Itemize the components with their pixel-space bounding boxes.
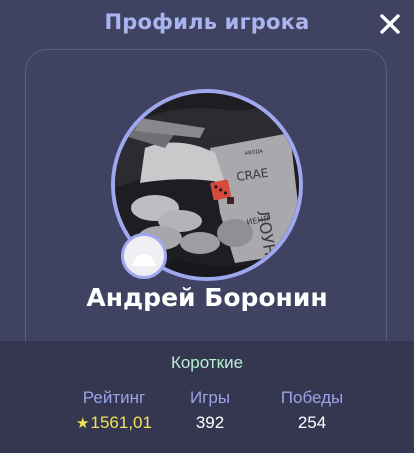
games-label: Игры [189, 388, 231, 407]
stat-wins: Победы 254 [262, 388, 362, 435]
user-silhouette-icon [124, 236, 164, 276]
wins-value: 254 [297, 413, 327, 432]
player-profile-modal: Профиль игрока ВОСТОР АВОДА CRAE ЛОУН ИЕ… [0, 0, 414, 453]
stat-rating: Рейтинг ★1561,01 [54, 388, 174, 436]
close-icon [380, 14, 400, 34]
close-button[interactable] [375, 9, 405, 39]
rating-value-row: ★1561,01 [54, 411, 174, 436]
stats-panel: Короткие Рейтинг ★1561,01 Игры 392 Побед… [0, 341, 414, 453]
rating-label: Рейтинг [82, 388, 146, 407]
status-badge [121, 233, 167, 279]
games-value: 392 [195, 413, 225, 432]
game-mode-label: Короткие [170, 353, 244, 372]
stat-games: Игры 392 [170, 388, 250, 435]
rating-value: 1561,01 [90, 413, 152, 432]
star-icon: ★ [76, 415, 90, 432]
wins-label: Победы [280, 388, 344, 407]
page-title: Профиль игрока [104, 10, 310, 34]
player-name: Андрей Боронин [86, 283, 328, 312]
